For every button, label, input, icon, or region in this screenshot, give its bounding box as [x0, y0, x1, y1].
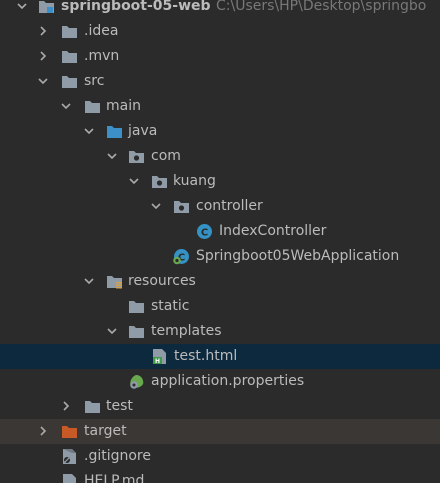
spring-properties-icon [130, 375, 144, 389]
tree-item-label: test [106, 398, 133, 414]
tree-row-gitignore[interactable]: .gitignore [0, 444, 440, 469]
package-icon [129, 151, 144, 163]
tree-item-label: application.properties [151, 373, 305, 389]
spring-boot-class-icon: C [173, 249, 189, 265]
chevron-right-icon[interactable] [37, 25, 49, 37]
chevron-down-icon[interactable] [60, 100, 72, 112]
html-file-icon: H [153, 349, 166, 365]
package-icon [174, 201, 189, 213]
resources-folder-icon [107, 276, 122, 289]
svg-text:C: C [201, 227, 208, 238]
chevron-down-icon[interactable] [106, 325, 118, 337]
tree-item-label: .idea [84, 23, 119, 39]
root-module-path: C:\Users\HP\Desktop\springbo [216, 0, 427, 14]
tree-item-label: .mvn [84, 48, 120, 64]
tree-row-target[interactable]: target [0, 419, 440, 444]
source-folder-icon [107, 126, 122, 138]
chevron-right-icon[interactable] [60, 400, 72, 412]
tree-row-help-md[interactable]: HELP.md [0, 469, 440, 483]
tree-row-application-class[interactable]: C Springboot05WebApplication [0, 244, 440, 269]
tree-row-test[interactable]: test [0, 394, 440, 419]
tree-item-label: HELP.md [84, 473, 145, 483]
tree-item-label: src [84, 73, 105, 89]
tree-row-static[interactable]: static [0, 294, 440, 319]
tree-item-label: com [151, 148, 181, 164]
tree-row-templates[interactable]: templates [0, 319, 440, 344]
tree-item-label: test.html [174, 348, 238, 364]
tree-item-label: Springboot05WebApplication [196, 248, 400, 264]
tree-item-label: kuang [173, 173, 216, 189]
chevron-down-icon[interactable] [150, 200, 162, 212]
tree-row-src[interactable]: src [0, 69, 440, 94]
chevron-right-icon[interactable] [37, 425, 49, 437]
tree-row-test-html[interactable]: H test.html [0, 344, 440, 369]
tree-row-index-controller[interactable]: C IndexController [0, 219, 440, 244]
chevron-right-icon[interactable] [37, 50, 49, 62]
folder-icon [85, 401, 100, 413]
project-tree-panel: springboot-05-web C:\Users\HP\Desktop\sp… [0, 0, 440, 483]
folder-icon [129, 301, 144, 313]
tree-row-resources[interactable]: resources [0, 269, 440, 294]
tree-item-label: resources [128, 273, 196, 289]
root-module-name: springboot-05-web [61, 0, 211, 14]
tree-row-idea[interactable]: .idea [0, 19, 440, 44]
tree-row-root[interactable]: springboot-05-web C:\Users\HP\Desktop\sp… [0, 0, 440, 19]
tree-item-label: java [128, 123, 158, 139]
tree-item-label: .gitignore [84, 448, 151, 464]
tree-item-label: main [106, 98, 141, 114]
folder-icon [62, 51, 77, 63]
folder-icon [85, 101, 100, 113]
tree-item-label: templates [151, 323, 222, 339]
tree-row-main[interactable]: main [0, 94, 440, 119]
chevron-down-icon[interactable] [83, 275, 95, 287]
excluded-folder-icon [62, 426, 77, 438]
tree-row-kuang[interactable]: kuang [0, 169, 440, 194]
chevron-down-icon[interactable] [106, 150, 118, 162]
chevron-down-icon[interactable] [83, 125, 95, 137]
package-icon [152, 176, 167, 188]
chevron-down-icon[interactable] [128, 175, 140, 187]
folder-icon [129, 326, 144, 338]
folder-icon [62, 26, 77, 38]
chevron-down-icon[interactable] [37, 75, 49, 87]
class-icon: C [197, 224, 212, 239]
tree-row-application-properties[interactable]: application.properties [0, 369, 440, 394]
tree-item-label: controller [196, 198, 263, 214]
tree-item-label: IndexController [219, 223, 327, 239]
folder-icon [62, 76, 77, 88]
tree-row-com[interactable]: com [0, 144, 440, 169]
markdown-file-icon [63, 474, 76, 483]
tree-item-label: static [151, 298, 190, 314]
tree-item-label: target [84, 423, 127, 439]
module-folder-icon [39, 1, 54, 13]
svg-text:H: H [155, 358, 160, 365]
tree-row-java[interactable]: java [0, 119, 440, 144]
gitignore-file-icon [63, 449, 76, 464]
tree-row-controller[interactable]: controller [0, 194, 440, 219]
tree-row-mvn[interactable]: .mvn [0, 44, 440, 69]
chevron-down-icon[interactable] [16, 0, 28, 12]
